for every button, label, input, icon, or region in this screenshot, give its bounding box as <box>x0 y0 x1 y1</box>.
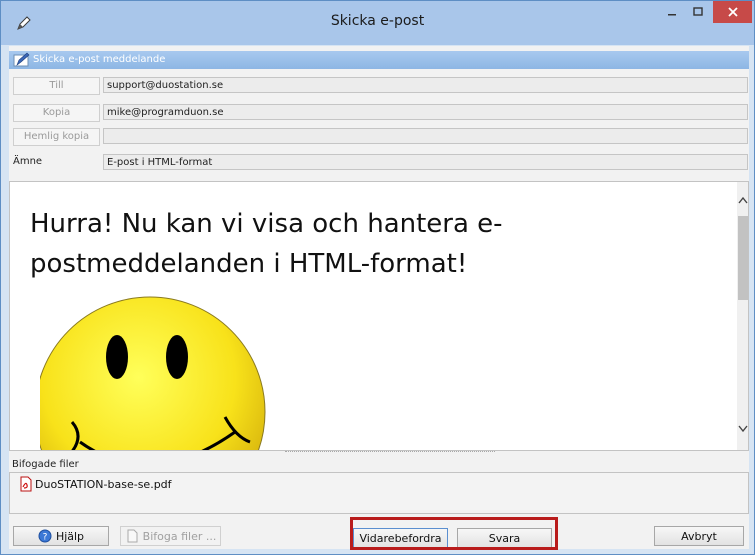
bcc-row: Hemlig kopia <box>9 128 749 146</box>
message-body[interactable]: Hurra! Nu kan vi visa och hantera e-post… <box>9 181 749 451</box>
attach-files-label: Bifoga filer ... <box>142 529 217 543</box>
attach-icon <box>127 529 138 543</box>
to-row: Till support@duostation.se <box>9 77 749 95</box>
to-button[interactable]: Till <box>13 77 100 95</box>
minimize-button[interactable] <box>659 1 685 23</box>
attach-files-button[interactable]: Bifoga filer ... <box>120 526 221 546</box>
title-bar[interactable]: Skicka e-post <box>1 1 754 45</box>
to-field[interactable]: support@duostation.se <box>103 77 748 93</box>
cc-field[interactable]: mike@programduon.se <box>103 104 748 120</box>
window-title: Skicka e-post <box>330 13 425 29</box>
scroll-up-icon[interactable] <box>737 194 749 208</box>
highlight-frame <box>350 517 558 550</box>
help-label: Hjälp <box>55 529 85 543</box>
subject-row: Ämne E-post i HTML-format <box>9 154 749 172</box>
maximize-button[interactable] <box>685 1 711 23</box>
cancel-label: Avbryt <box>681 529 717 543</box>
subject-field[interactable]: E-post i HTML-format <box>103 154 748 170</box>
client-area: Skicka e-post meddelande Till support@du… <box>9 46 749 550</box>
vertical-scrollbar[interactable] <box>737 182 749 450</box>
bcc-field[interactable] <box>103 128 748 144</box>
help-icon: ? <box>38 529 52 543</box>
bcc-button[interactable]: Hemlig kopia <box>13 128 100 146</box>
cc-row: Kopia mike@programduon.se <box>9 104 749 122</box>
cc-button[interactable]: Kopia <box>13 104 100 122</box>
scroll-down-icon[interactable] <box>737 422 749 436</box>
attachment-item[interactable]: DuoSTATION-base-se.pdf <box>19 476 172 492</box>
minimize-icon <box>668 14 676 16</box>
close-icon <box>727 7 738 17</box>
svg-text:?: ? <box>43 533 48 543</box>
pdf-icon <box>20 476 32 492</box>
cancel-button[interactable]: Avbryt <box>654 526 744 546</box>
compose-header-label: Skicka e-post meddelande <box>33 54 166 65</box>
attachments-label: Bifogade filer <box>12 459 79 470</box>
message-text: Hurra! Nu kan vi visa och hantera e-post… <box>30 209 503 279</box>
help-button[interactable]: ? Hjälp <box>13 526 109 546</box>
compose-icon <box>13 52 30 67</box>
compose-header: Skicka e-post meddelande <box>9 51 749 69</box>
maximize-icon <box>693 7 703 16</box>
subject-label: Ämne <box>13 156 43 167</box>
scroll-thumb[interactable] <box>738 216 748 300</box>
attachment-name: DuoSTATION-base-se.pdf <box>35 477 172 491</box>
resize-grip[interactable] <box>285 451 495 456</box>
smiley-image <box>40 296 266 450</box>
email-window: Skicka e-post Skicka e-post meddelande T… <box>0 0 755 555</box>
close-button[interactable] <box>713 1 752 23</box>
